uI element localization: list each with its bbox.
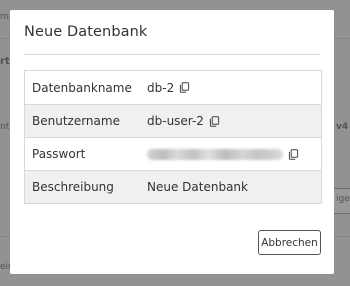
new-database-dialog: Neue Datenbank Datenbankname db-2 Benutz… <box>10 10 334 274</box>
username-value: db-user-2 <box>147 114 204 128</box>
database-info-table: Datenbankname db-2 Benutzername db-user-… <box>24 70 322 204</box>
cancel-button[interactable]: Abbrechen <box>258 230 321 255</box>
row-password: Passwort <box>25 137 321 170</box>
database-name-value: db-2 <box>147 80 175 95</box>
dialog-title: Neue Datenbank <box>24 24 148 40</box>
password-value-masked <box>147 148 283 160</box>
field-label: Datenbankname <box>32 80 132 95</box>
field-label: Beschreibung <box>32 180 114 194</box>
description-value: Neue Datenbank <box>147 180 248 194</box>
field-label: Passwort <box>32 147 86 161</box>
row-description: Beschreibung Neue Datenbank <box>25 170 321 203</box>
title-divider <box>24 54 320 55</box>
row-username: Benutzername db-user-2 <box>25 104 321 137</box>
field-label: Benutzername <box>32 114 120 128</box>
copy-icon[interactable] <box>209 115 220 127</box>
copy-icon[interactable] <box>179 82 190 93</box>
row-database-name: Datenbankname db-2 <box>25 71 321 104</box>
copy-icon[interactable] <box>288 148 299 160</box>
